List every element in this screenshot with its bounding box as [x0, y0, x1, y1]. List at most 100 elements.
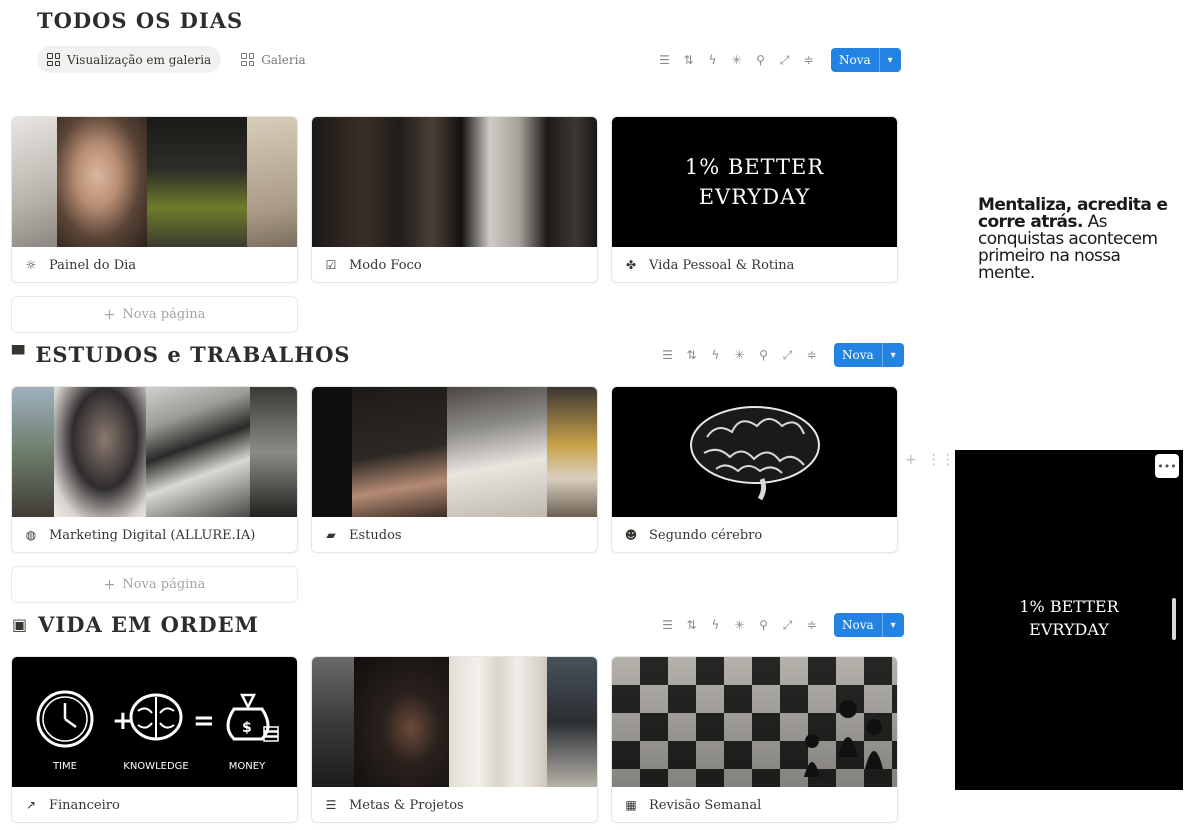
sort-icon[interactable]: ⇅	[684, 618, 699, 632]
automation-icon[interactable]: ϟ	[708, 348, 723, 362]
block-handle: + ⋮⋮	[905, 452, 955, 468]
view-tab-galeria[interactable]: Galeria	[231, 46, 315, 73]
svg-text:=: =	[193, 706, 215, 736]
card-cover-image	[312, 117, 597, 247]
globe-icon: ◍	[25, 528, 37, 542]
new-page-button[interactable]: + Nova página	[11, 296, 298, 333]
section-title-text: ESTUDOS e TRABALHOS	[35, 342, 351, 367]
chevron-down-icon[interactable]: ▾	[881, 343, 904, 367]
card-title: Revisão Semanal	[649, 797, 762, 813]
database-toolbar: ☰ ⇅ ϟ ✳ ⚲ ⤢ ≑ Nova ▾	[660, 343, 904, 367]
filter-icon[interactable]: ☰	[657, 53, 672, 67]
gallery-card-marketing-digital[interactable]: ◍ Marketing Digital (ALLURE.IA)	[11, 386, 298, 553]
gallery-card-financeiro[interactable]: + = $ TIME KNOWLEDGE MONEY ↗ Financeiro	[11, 656, 298, 823]
time-knowledge-money-illustration: + = $ TIME KNOWLEDGE MONEY	[36, 690, 279, 772]
embed-text-line: EVRYDAY	[1029, 620, 1109, 639]
embed-scrollbar[interactable]	[1172, 598, 1176, 640]
sort-icon[interactable]: ⇅	[681, 53, 696, 67]
card-cover-image	[12, 387, 297, 517]
chevron-down-icon[interactable]: ▾	[881, 613, 904, 637]
gallery-card-revisao-semanal[interactable]: ▦ Revisão Semanal	[611, 656, 898, 823]
clover-icon: ✤	[625, 258, 637, 272]
card-title: Marketing Digital (ALLURE.IA)	[49, 527, 256, 543]
card-cover-image: + = $ TIME KNOWLEDGE MONEY	[12, 657, 297, 787]
search-icon[interactable]: ⚲	[756, 348, 771, 362]
embed-text-line: 1% BETTER	[1019, 597, 1119, 616]
sun-icon: ☼	[25, 258, 37, 272]
new-page-button[interactable]: + Nova página	[11, 566, 298, 603]
add-block-icon[interactable]: +	[905, 452, 917, 468]
card-title: Financeiro	[49, 797, 120, 813]
view-switcher: Visualização em galeria Galeria	[37, 46, 316, 73]
money-icon: ▣	[12, 615, 29, 634]
filter-icon[interactable]: ☰	[660, 618, 675, 632]
new-button-label[interactable]: Nova	[831, 48, 879, 72]
card-title: Vida Pessoal & Rotina	[649, 257, 795, 273]
section-title-text: TODOS OS DIAS	[37, 8, 244, 33]
sort-icon[interactable]: ⇅	[684, 348, 699, 362]
view-tab-label: Visualização em galeria	[67, 52, 212, 67]
new-button[interactable]: Nova ▾	[834, 343, 904, 367]
new-button[interactable]: Nova ▾	[834, 613, 904, 637]
database-toolbar: ☰ ⇅ ϟ ✳ ⚲ ⤢ ≑ Nova ▾	[657, 48, 901, 72]
gallery-card-segundo-cerebro[interactable]: ☻ Segundo cérebro	[611, 386, 898, 553]
monitor-icon: ▀	[12, 345, 26, 364]
section-title-todos-os-dias: TODOS OS DIAS	[37, 8, 243, 33]
card-title: Metas & Projetos	[349, 797, 464, 813]
new-button-label[interactable]: Nova	[834, 343, 882, 367]
new-button-label[interactable]: Nova	[834, 613, 882, 637]
expand-icon[interactable]: ⤢	[777, 53, 792, 68]
plus-icon: +	[103, 306, 116, 323]
automation-icon[interactable]: ϟ	[705, 53, 720, 67]
section-title-vida-em-ordem: ▣ VIDA EM ORDEM	[12, 612, 259, 637]
cover-word: TIME	[52, 761, 77, 772]
gallery-card-modo-foco[interactable]: ☑ Modo Foco	[311, 116, 598, 283]
settings-icon[interactable]: ≑	[804, 618, 819, 632]
drag-handle-icon[interactable]: ⋮⋮	[927, 452, 955, 468]
card-title: Segundo cérebro	[649, 527, 763, 543]
card-cover-image	[12, 117, 297, 247]
calendar-icon: ▦	[625, 798, 637, 812]
database-toolbar: ☰ ⇅ ϟ ✳ ⚲ ⤢ ≑ Nova ▾	[660, 613, 904, 637]
cover-text-line: 1% BETTER	[684, 155, 825, 179]
list-icon: ☰	[325, 798, 337, 812]
cover-text-line: EVRYDAY	[698, 185, 811, 209]
card-cover-image	[312, 387, 597, 517]
chart-icon: ↗	[25, 798, 37, 812]
plus-icon: +	[103, 576, 116, 593]
quote-bold: Mentaliza, acredita e corre atrás.	[978, 195, 1168, 232]
head-icon: ☻	[624, 528, 638, 542]
card-title: Modo Foco	[349, 257, 422, 273]
loading-icon[interactable]: ✳	[729, 53, 744, 67]
book-icon: ▰	[326, 528, 336, 542]
chevron-down-icon[interactable]: ▾	[878, 48, 901, 72]
expand-icon[interactable]: ⤢	[780, 348, 795, 363]
gallery-card-painel-do-dia[interactable]: ☼ Painel do Dia	[11, 116, 298, 283]
card-cover-image	[612, 657, 897, 787]
settings-icon[interactable]: ≑	[804, 348, 819, 362]
gallery-card-estudos[interactable]: ▰ Estudos	[311, 386, 598, 553]
more-options-icon[interactable]: •••	[1155, 454, 1179, 478]
gallery-icon	[47, 53, 60, 66]
loading-icon[interactable]: ✳	[732, 348, 747, 362]
motivational-quote: Mentaliza, acredita e corre atrás. As co…	[978, 197, 1168, 282]
expand-icon[interactable]: ⤢	[780, 618, 795, 633]
gallery-card-vida-pessoal[interactable]: 1% BETTER EVRYDAY ✤ Vida Pessoal & Rotin…	[611, 116, 898, 283]
automation-icon[interactable]: ϟ	[708, 618, 723, 632]
embed-block[interactable]: ••• 1% BETTER EVRYDAY	[955, 450, 1183, 790]
new-page-label: Nova página	[122, 307, 206, 322]
cover-word: MONEY	[229, 761, 266, 772]
new-button[interactable]: Nova ▾	[831, 48, 901, 72]
search-icon[interactable]: ⚲	[756, 618, 771, 632]
search-icon[interactable]: ⚲	[753, 53, 768, 67]
filter-icon[interactable]: ☰	[660, 348, 675, 362]
card-cover-image: 1% BETTER EVRYDAY	[612, 117, 897, 247]
loading-icon[interactable]: ✳	[732, 618, 747, 632]
settings-icon[interactable]: ≑	[801, 53, 816, 67]
gallery-card-metas-projetos[interactable]: ☰ Metas & Projetos	[311, 656, 598, 823]
svg-text:$: $	[242, 720, 252, 736]
gallery-icon	[241, 53, 255, 66]
view-tab-galeria-visualizacao[interactable]: Visualização em galeria	[37, 46, 222, 73]
card-title: Estudos	[349, 527, 402, 543]
section-title-text: VIDA EM ORDEM	[38, 612, 259, 637]
